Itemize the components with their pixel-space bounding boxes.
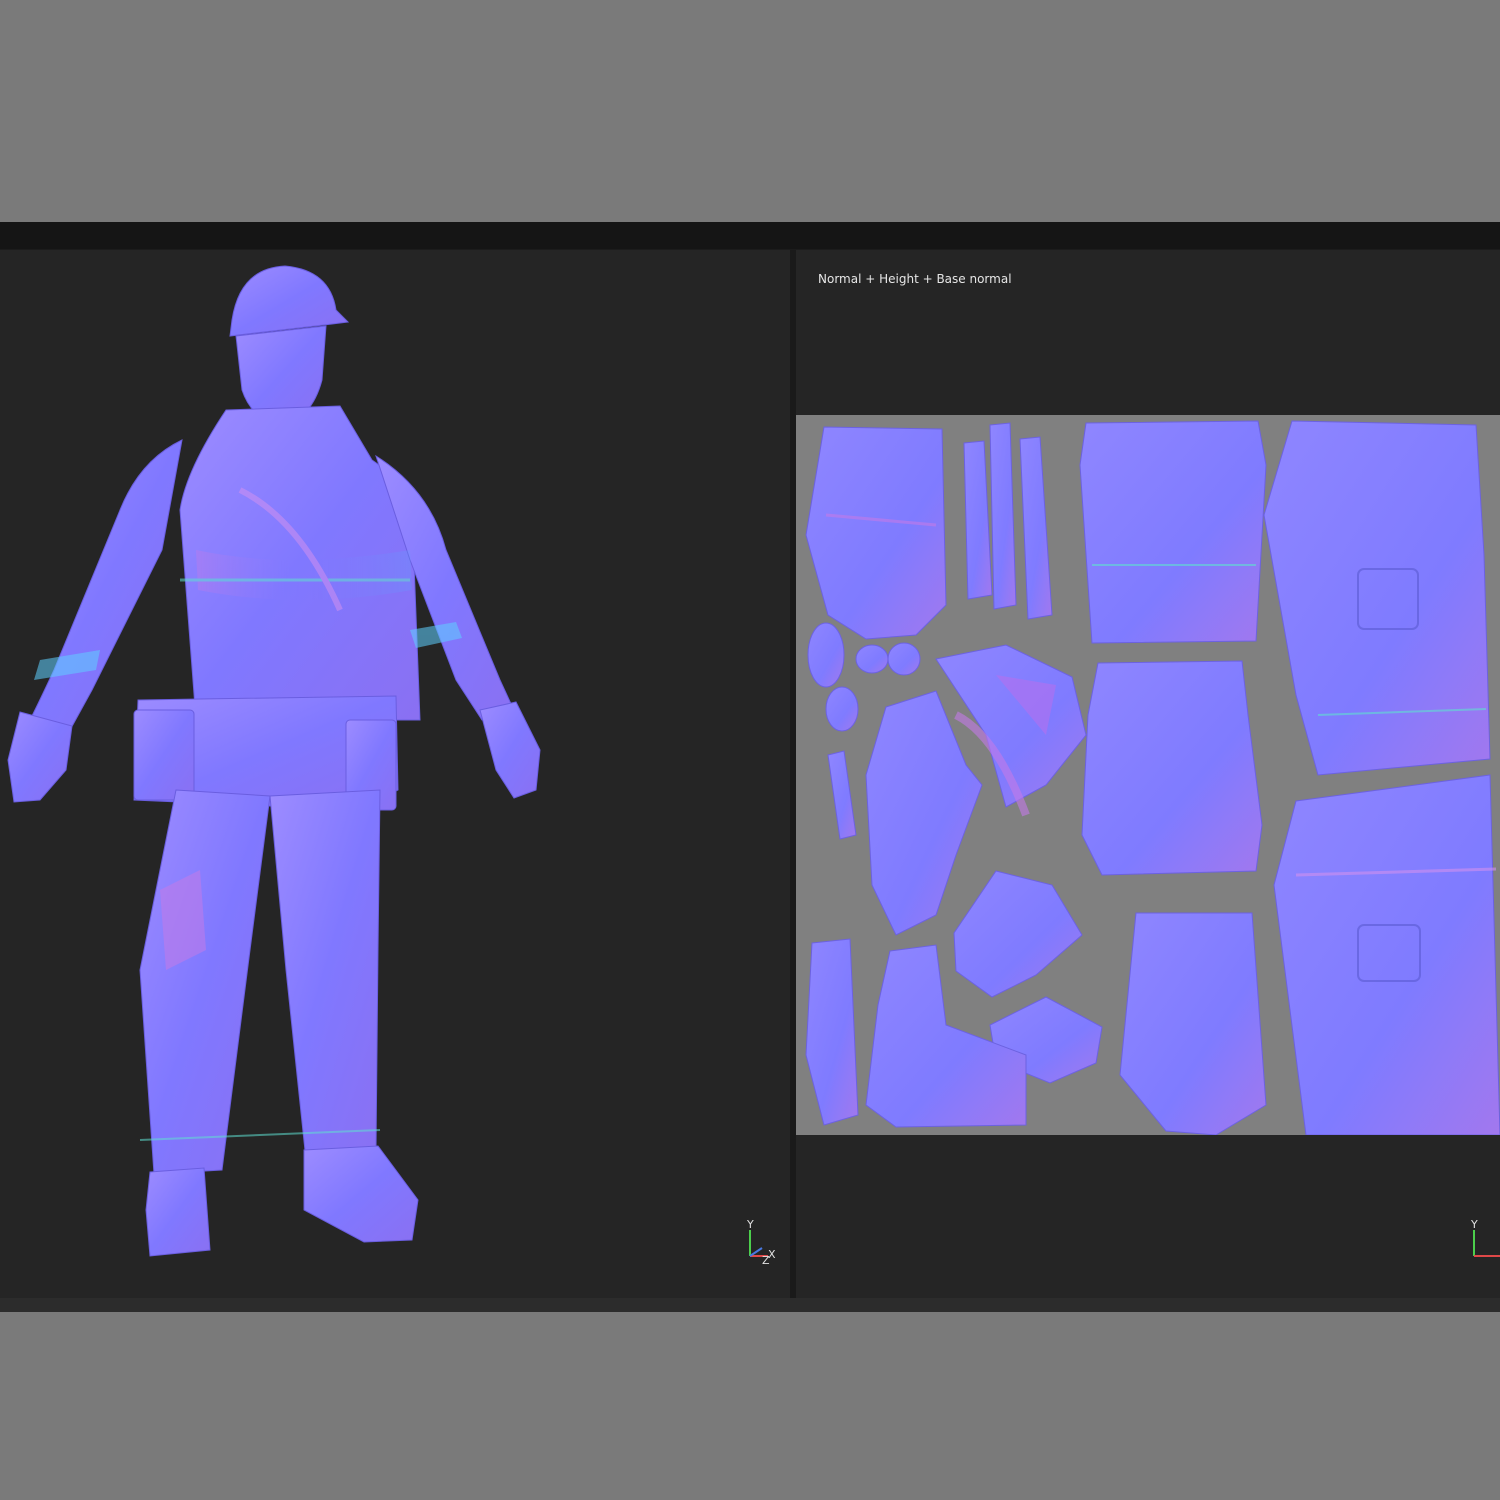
uv-island-trouser-upper [1263,420,1491,776]
uv-island-sole [805,938,859,1126]
axis-gizmo-2d: Y [1468,1216,1500,1266]
uv-island-small [887,642,921,676]
uv-island-shorts-lower [1119,912,1267,1135]
worker-figure [7,265,541,1257]
svg-text:X: X [768,1248,776,1261]
uv-island-helmet [865,690,983,936]
uv-island-texture [805,420,1500,1135]
uv-island-shorts-top [805,426,947,640]
uv-layout[interactable] [796,415,1500,1135]
channel-label[interactable]: Normal + Height + Base normal [818,272,1012,286]
2d-texture-viewport[interactable]: Normal + Height + Base normal Y [796,250,1500,1298]
uv-island-trouser-lower [1273,774,1500,1135]
title-bar [0,222,1500,249]
svg-text:Y: Y [1470,1218,1478,1231]
app-window: Y Z X Normal + Height + Base normal Y [0,222,1500,1312]
uv-island-strap [963,440,993,600]
uv-island-strap [1019,436,1053,620]
axis-gizmo-3d: Y Z X [744,1216,784,1266]
uv-island-small [825,686,859,732]
3d-viewport[interactable]: Y Z X [0,250,790,1298]
uv-island-strap [989,422,1017,610]
uv-island-vest-front [1079,420,1267,644]
uv-island-glove [953,870,1083,998]
uv-island-vest-back [1081,660,1263,876]
uv-island-strip [827,750,857,840]
uv-island-small [807,622,845,688]
worker-model-normal-map [7,265,541,1257]
uv-island-small [855,644,889,674]
status-strip [0,1298,1500,1312]
svg-text:Y: Y [746,1218,754,1231]
